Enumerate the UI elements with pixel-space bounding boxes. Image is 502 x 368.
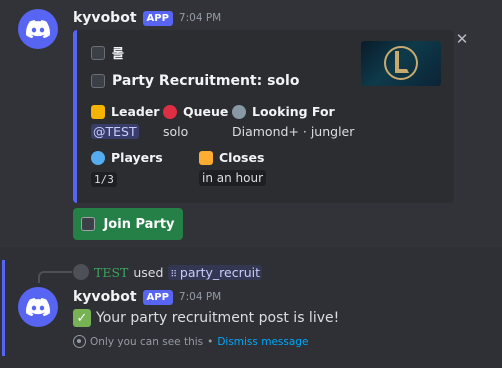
reply-connector [38, 271, 72, 283]
separator: • [207, 335, 214, 348]
magnifier-icon [232, 104, 246, 119]
only-you-text: Only you can see this [90, 335, 204, 348]
join-party-label: Join Party [103, 216, 175, 232]
embed-author-text: 롤 [112, 47, 124, 62]
command-icon: ⠿ [170, 269, 180, 280]
message-text: Your party recruitment post is live! [96, 310, 340, 326]
bot-avatar[interactable] [18, 9, 58, 49]
gamepad-icon [91, 45, 105, 60]
field-looking-for-name: Looking For [232, 104, 335, 119]
gamepad-icon [91, 74, 105, 88]
embed: 롤 Party Recruitment: solo Leader @TEST Q… [73, 30, 454, 203]
mini-avatar[interactable] [73, 264, 89, 280]
crown-icon [91, 104, 105, 119]
discord-logo-icon [26, 20, 50, 38]
ephemeral-highlight-bar [2, 260, 5, 356]
username[interactable]: kyvobot [73, 10, 137, 26]
used-text: used [133, 264, 164, 280]
username[interactable]: kyvobot [73, 289, 137, 305]
hourglass-icon [199, 150, 213, 165]
embed-title: Party Recruitment: solo [91, 73, 299, 89]
league-of-legends-thumbnail[interactable] [361, 41, 441, 86]
app-badge: APP [142, 10, 173, 26]
field-leader-value: @TEST [91, 124, 139, 139]
embed-author: 롤 [91, 43, 124, 62]
field-closes-value: in an hour [199, 170, 267, 186]
gamepad-icon [81, 217, 96, 231]
field-leader-name: Leader [91, 104, 159, 119]
person-icon [91, 150, 105, 165]
field-queue-name: Queue [163, 104, 228, 119]
dismiss-message-link[interactable]: Dismiss message [217, 336, 308, 348]
field-looking-for-value: Diamond+ · jungler [232, 124, 355, 139]
timestamp[interactable]: 7:04 PM [179, 291, 221, 303]
check-mark-icon: ✓ [73, 309, 91, 327]
message-content: ✓ Your party recruitment post is live! [73, 309, 339, 327]
timestamp[interactable]: 7:04 PM [179, 12, 221, 24]
embed-title-text: Party Recruitment: solo [112, 73, 300, 89]
field-players-name: Players [91, 150, 163, 165]
message-header: kyvobot APP 7:04 PM [73, 287, 221, 307]
user-mention[interactable]: @TEST [91, 124, 139, 139]
interaction-user[interactable]: TEST [94, 265, 128, 280]
close-icon[interactable]: ✕ [455, 32, 469, 47]
join-party-button[interactable]: Join Party [73, 208, 183, 240]
interaction-reply: TEST used ⠿ party_recruit [73, 263, 263, 281]
eye-icon [73, 335, 86, 348]
field-players-value: 1/3 [91, 171, 117, 187]
ephemeral-notice: Only you can see this • Dismiss message [73, 335, 308, 348]
app-badge: APP [142, 289, 173, 305]
message-header: kyvobot APP 7:04 PM [73, 8, 221, 28]
target-icon [163, 104, 177, 119]
discord-logo-icon [26, 298, 50, 316]
field-closes-name: Closes [199, 150, 264, 165]
bot-avatar[interactable] [18, 287, 58, 327]
field-queue-value: solo [163, 124, 189, 139]
slash-command[interactable]: ⠿ party_recruit [168, 264, 263, 280]
